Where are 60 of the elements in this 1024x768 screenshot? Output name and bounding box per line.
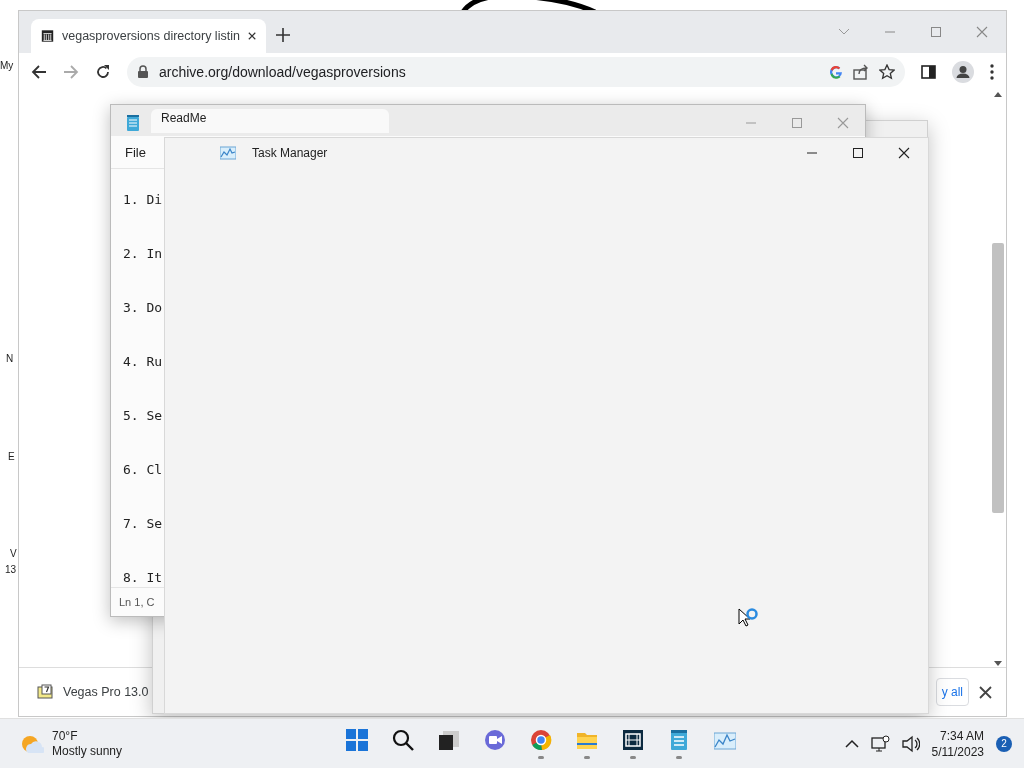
download-file-name[interactable]: Vegas Pro 13.0 xyxy=(63,685,149,699)
star-icon[interactable] xyxy=(879,64,895,80)
url-text: archive.org/download/vegasproversions xyxy=(159,64,407,80)
temperature-text: 70°F xyxy=(52,728,79,744)
film-icon[interactable] xyxy=(622,728,644,751)
address-bar[interactable]: archive.org/download/vegasproversions xyxy=(127,57,905,87)
menu-icon[interactable] xyxy=(990,64,994,80)
search-icon[interactable] xyxy=(392,728,414,751)
text-line: 4. Ru xyxy=(123,353,163,371)
profile-icon[interactable] xyxy=(952,61,974,83)
building-icon xyxy=(41,28,54,44)
plus-icon[interactable] xyxy=(276,28,290,42)
chrome-icon[interactable] xyxy=(530,728,552,751)
lock-icon xyxy=(137,65,149,79)
text-line: 1. Di xyxy=(123,191,163,209)
time-text: 7:34 AM xyxy=(939,727,984,744)
desktop-icon-label: V xyxy=(10,548,17,559)
menu-item[interactable]: File xyxy=(125,144,146,160)
share-icon[interactable] xyxy=(853,64,869,80)
g-logo-icon xyxy=(829,65,843,79)
date-text: 5/11/2023 xyxy=(931,743,984,760)
back-icon[interactable] xyxy=(31,64,47,80)
text-line: 2. In xyxy=(123,245,163,263)
start-icon[interactable] xyxy=(346,728,368,751)
maximize-icon[interactable] xyxy=(852,147,864,159)
show-all-button[interactable]: y all xyxy=(935,678,969,706)
text-line: 3. Do xyxy=(123,299,163,317)
close-icon[interactable] xyxy=(898,147,910,159)
scroll-down-icon[interactable] xyxy=(994,660,1002,667)
text-line: 8. It xyxy=(123,569,163,587)
status-text: Ln 1, C xyxy=(119,596,155,608)
desktop-icon-label: E xyxy=(8,451,15,462)
file-icon xyxy=(37,684,53,700)
desktop-icon-label: 13 xyxy=(5,564,17,575)
busy-cursor-icon xyxy=(738,608,758,628)
text-line: 6. Cl xyxy=(123,461,163,479)
window-title: Task Manager xyxy=(252,146,328,160)
close-icon[interactable] xyxy=(247,31,256,41)
task-manager-icon xyxy=(220,146,236,160)
text-line: 5. Se xyxy=(123,407,163,425)
side-panel-icon[interactable] xyxy=(921,65,936,79)
browser-tab[interactable]: vegasproversions directory listin xyxy=(31,19,266,53)
scrollbar[interactable] xyxy=(990,91,1006,667)
reload-icon[interactable] xyxy=(95,64,111,80)
notification-count[interactable]: 2 xyxy=(996,735,1012,752)
text-line: 7. Se xyxy=(123,515,163,533)
volume-icon[interactable] xyxy=(901,734,920,753)
chat-icon[interactable] xyxy=(484,728,506,751)
scroll-up-icon[interactable] xyxy=(994,91,1002,98)
task-view-icon[interactable] xyxy=(438,728,460,751)
document-tab[interactable]: ReadMe xyxy=(151,109,389,133)
weather-condition: Mostly sunny xyxy=(52,743,123,759)
chevron-up-icon[interactable] xyxy=(844,738,859,749)
notepad-icon[interactable] xyxy=(668,728,690,751)
notepad-icon[interactable] xyxy=(125,114,141,131)
desktop-icon-label: My xyxy=(0,60,14,71)
clock[interactable]: 7:34 AM 5/11/2023 xyxy=(931,727,984,760)
desktop-icon-label: N xyxy=(6,353,14,364)
close-icon[interactable] xyxy=(979,685,992,699)
network-icon[interactable] xyxy=(870,735,890,752)
